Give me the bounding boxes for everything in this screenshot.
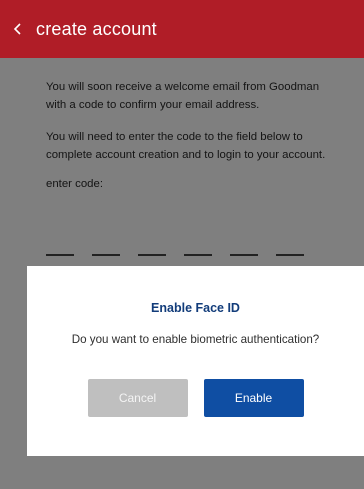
dialog-message: Do you want to enable biometric authenti… [71, 333, 320, 346]
back-button[interactable] [0, 0, 36, 58]
face-id-dialog: Enable Face ID Do you want to enable bio… [27, 266, 364, 456]
dialog-actions: Cancel Enable [27, 379, 364, 417]
app-header: create account [0, 0, 364, 58]
page-title: create account [36, 18, 157, 39]
dialog-title: Enable Face ID [151, 301, 240, 315]
enable-button[interactable]: Enable [203, 379, 304, 417]
chevron-left-icon [13, 23, 21, 35]
cancel-button[interactable]: Cancel [87, 379, 188, 417]
